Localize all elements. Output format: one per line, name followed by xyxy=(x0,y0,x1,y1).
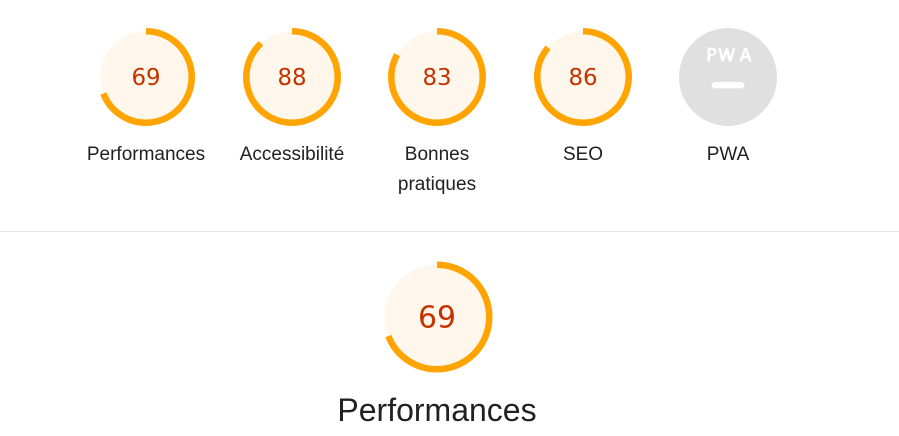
gauge-score: 86 xyxy=(568,65,597,91)
best-practices-gauge-icon: 83 xyxy=(388,28,486,126)
main-gauge-score: 69 xyxy=(418,300,456,335)
performance-main-gauge: 69 xyxy=(381,261,493,373)
pwa-circle xyxy=(679,28,777,126)
gauge-label: PWA xyxy=(706,144,750,165)
performance-gauge-icon: 69 xyxy=(97,28,195,126)
category-title: Performances xyxy=(337,392,537,428)
gauge-seo[interactable]: 86 SEO xyxy=(513,28,653,170)
category-gauges: 69 Performances 88 Accessibilité 83 Bonn… xyxy=(0,0,899,231)
gauge-label: SEO xyxy=(562,144,604,165)
accessibility-gauge-icon: 88 xyxy=(243,28,341,126)
gauge-accessibilite[interactable]: 88 Accessibilité xyxy=(222,28,362,170)
gauge-performances[interactable]: 69 Performances xyxy=(76,28,216,170)
performance-main-gauge-icon: 69 xyxy=(381,261,493,373)
gauge-pwa[interactable]: PWA xyxy=(658,28,798,170)
gauge-label: Bonnes pratiques xyxy=(397,144,477,195)
gauge-score: 83 xyxy=(422,65,451,91)
gauge-score: 69 xyxy=(131,65,160,91)
seo-gauge-icon: 86 xyxy=(534,28,632,126)
gauge-score: 88 xyxy=(277,65,306,91)
pwa-na-dash xyxy=(711,81,745,89)
gauge-bonnes-pratiques[interactable]: 83 Bonnes pratiques xyxy=(367,28,507,200)
gauge-label: Accessibilité xyxy=(239,144,345,165)
lighthouse-report: 69 Performances 88 Accessibilité 83 Bonn… xyxy=(0,0,899,436)
pwa-badge-icon xyxy=(679,28,777,126)
section-divider xyxy=(0,231,899,232)
gauge-label: Performances xyxy=(86,144,206,165)
